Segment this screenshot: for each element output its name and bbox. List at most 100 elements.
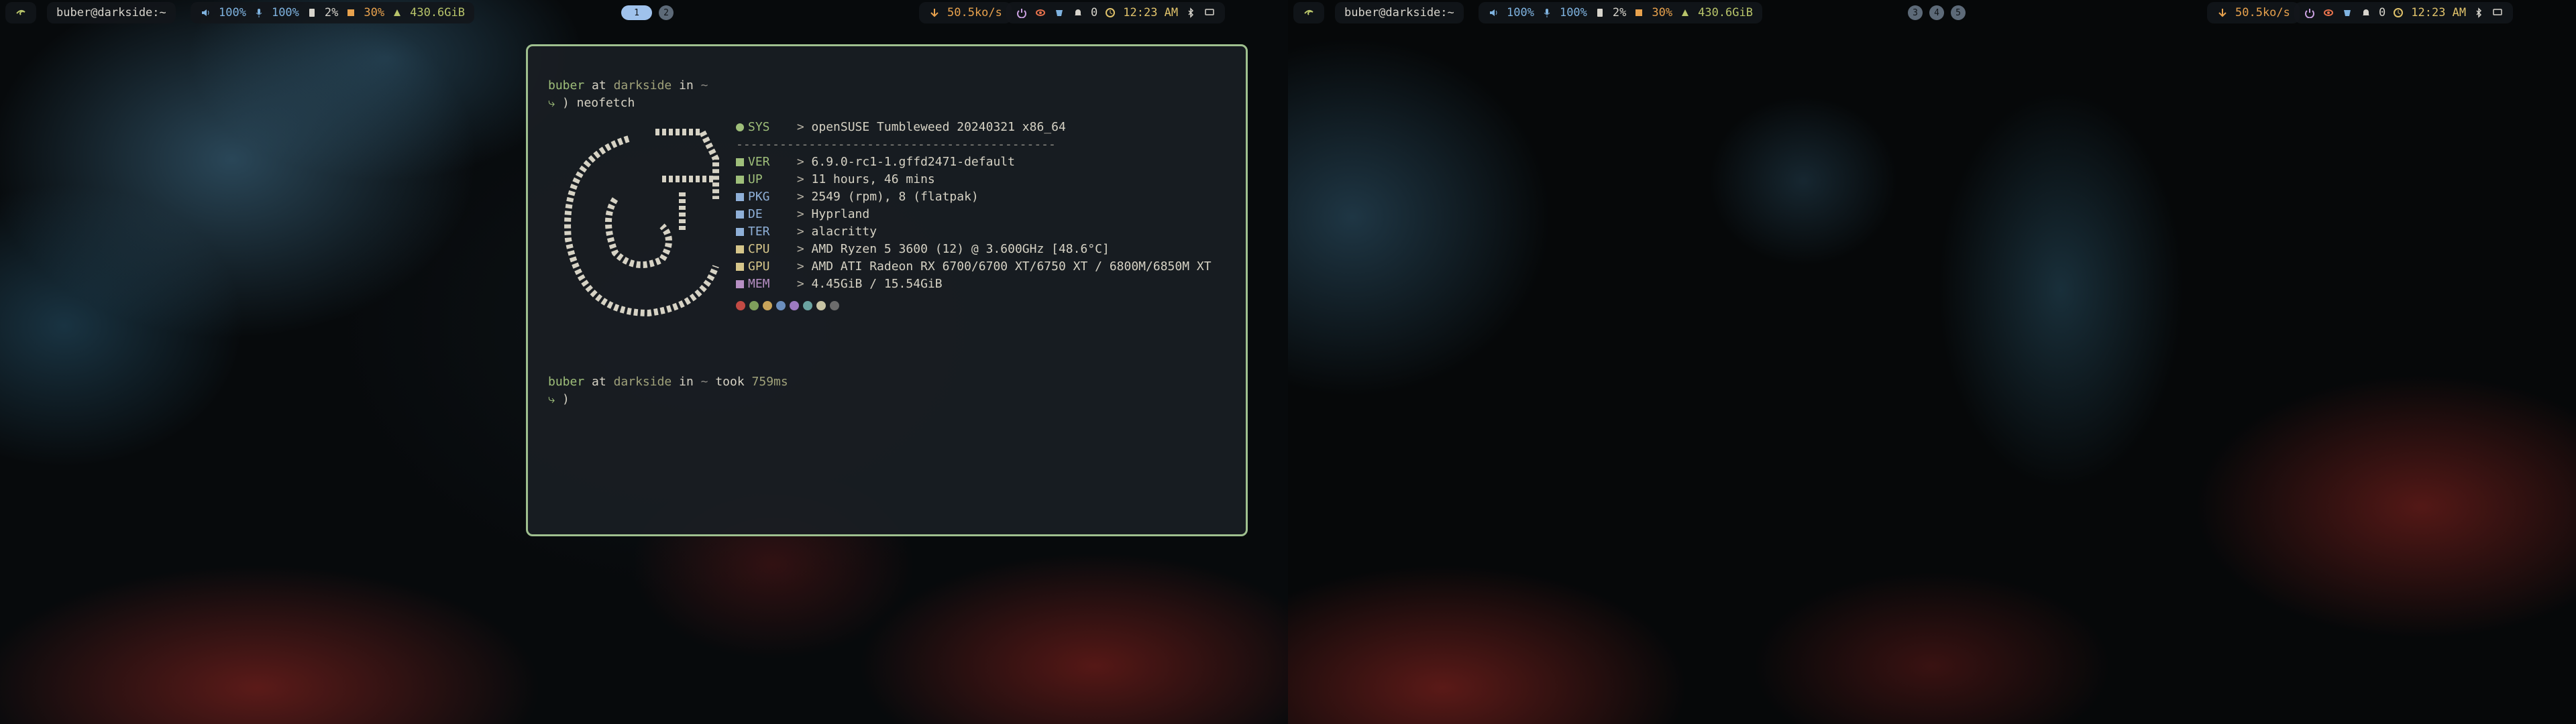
workspace-4[interactable]: 4 [1929,5,1944,20]
memory-icon [345,7,357,19]
memory-value: 30% [1652,6,1673,19]
tray: 0 12:23 AM [1006,2,1226,23]
eye-icon[interactable] [1034,7,1046,19]
volume-icon[interactable] [200,7,212,19]
color-palette [736,301,1212,310]
bluetooth-icon[interactable] [1185,7,1197,19]
info-key: MEM [748,277,770,291]
info-key: CPU [748,242,770,256]
microphone-icon[interactable] [253,7,265,19]
desktop-icon [736,210,744,219]
palette-swatch-7 [830,301,839,310]
window-title-segment[interactable]: buber@darkside:~ [1335,2,1464,23]
notification-count[interactable]: 0 [2379,6,2385,19]
tray-app-icon[interactable] [2341,7,2353,19]
eye-icon[interactable] [2322,7,2334,19]
top-bar: buber@darkside:~ 100% 100% 2% 30% 430.6G… [1288,0,2576,25]
prompt-user: buber [548,375,585,389]
info-row-ver: VER > 6.9.0-rc1-1.gffd2471-default [736,154,1212,171]
mic-value[interactable]: 100% [272,6,299,19]
network-segment: 50.5ko/s [919,2,1012,23]
prompt-user: buber [548,78,585,93]
chat-icon[interactable] [2491,7,2504,19]
prompt-in: in [679,78,694,93]
cpu-icon [1594,7,1606,19]
prompt-took: took [715,375,745,389]
terminal-window[interactable]: buber at darkside in ~ ⤷ ) neofetch SYS … [526,44,1248,536]
tray: 0 12:23 AM [2294,2,2514,23]
window-title: buber@darkside:~ [1344,6,1454,19]
info-value: AMD Ryzen 5 3600 (12) @ 3.600GHz [48.6°C… [811,242,1110,256]
workspace-1[interactable]: 1 [621,5,652,20]
notification-count[interactable]: 0 [1091,6,1097,19]
neofetch-output: SYS > openSUSE Tumbleweed 20240321 x86_6… [548,119,1226,347]
info-key: VER [748,155,770,169]
info-row-de: DE > Hyprland [736,206,1212,223]
system-stats: 100% 100% 2% 30% 430.6GiB [191,2,474,23]
info-row-cpu: CPU > AMD Ryzen 5 3600 (12) @ 3.600GHz [… [736,241,1212,258]
monitor-right: buber@darkside:~ 100% 100% 2% 30% 430.6G… [1288,0,2576,724]
input-line[interactable]: ⤷ ) [548,391,1226,408]
opensuse-ascii-logo [548,119,736,347]
volume-value[interactable]: 100% [219,6,246,19]
info-row-sys: SYS > openSUSE Tumbleweed 20240321 x86_6… [736,119,1212,136]
bluetooth-icon[interactable] [2473,7,2485,19]
palette-swatch-3 [776,301,786,310]
info-value: openSUSE Tumbleweed 20240321 x86_64 [811,120,1066,134]
info-row-up: UP > 11 hours, 46 mins [736,171,1212,188]
memory-icon [736,280,744,288]
clock-icon [1104,7,1116,19]
info-row-mem: MEM > 4.45GiB / 15.54GiB [736,276,1212,293]
info-key: PKG [748,190,770,204]
info-value: AMD ATI Radeon RX 6700/6700 XT/6750 XT /… [811,259,1212,274]
workspace-5[interactable]: 5 [1951,5,1966,20]
power-icon[interactable] [2304,7,2316,19]
gpu-icon [736,263,744,271]
bell-icon[interactable] [2360,7,2372,19]
command-line: ⤷ ) neofetch [548,95,1226,112]
opensuse-icon [736,123,744,131]
window-title-segment[interactable]: buber@darkside:~ [47,2,176,23]
clock[interactable]: 12:23 AM [1123,6,1178,19]
microphone-icon[interactable] [1541,7,1553,19]
network-speed: 50.5ko/s [947,6,1002,19]
download-arrow-icon [2216,7,2229,19]
prompt-host: darkside [613,375,672,389]
system-info: SYS > openSUSE Tumbleweed 20240321 x86_6… [736,119,1212,347]
prompt-at: at [592,78,606,93]
prompt-in: in [679,375,694,389]
workspace-2[interactable]: 2 [659,5,674,20]
info-value: alacritty [811,225,877,239]
workspace-3[interactable]: 3 [1908,5,1923,20]
info-row-pkg: PKG > 2549 (rpm), 8 (flatpak) [736,188,1212,206]
disk-icon [391,7,403,19]
launcher-and-title[interactable] [1293,2,1324,23]
cpu-icon [736,245,744,253]
volume-icon[interactable] [1488,7,1500,19]
window-title: buber@darkside:~ [56,6,166,19]
palette-swatch-0 [736,301,745,310]
prompt-line-1: buber at darkside in ~ [548,77,1226,95]
cpu-value: 2% [1612,6,1627,19]
disk-value: 430.6GiB [410,6,465,19]
info-value: 11 hours, 46 mins [811,172,935,186]
opensuse-logo-icon[interactable] [15,7,27,19]
volume-value[interactable]: 100% [1507,6,1534,19]
cpu-icon [306,7,318,19]
separator-line: ----------------------------------------… [736,137,1056,152]
power-icon[interactable] [1016,7,1028,19]
chat-icon[interactable] [1203,7,1216,19]
prompt-dir: ~ [700,78,708,93]
palette-swatch-2 [763,301,772,310]
clock[interactable]: 12:23 AM [2411,6,2466,19]
prompt-at: at [592,375,606,389]
kernel-icon [736,158,744,166]
tray-app-icon[interactable] [1053,7,1065,19]
bell-icon[interactable] [1072,7,1084,19]
wallpaper [1288,0,2576,724]
prompt-dir: ~ [700,375,708,389]
opensuse-logo-icon[interactable] [1303,7,1315,19]
mic-value[interactable]: 100% [1560,6,1587,19]
memory-icon [1633,7,1645,19]
launcher-and-title[interactable] [5,2,36,23]
